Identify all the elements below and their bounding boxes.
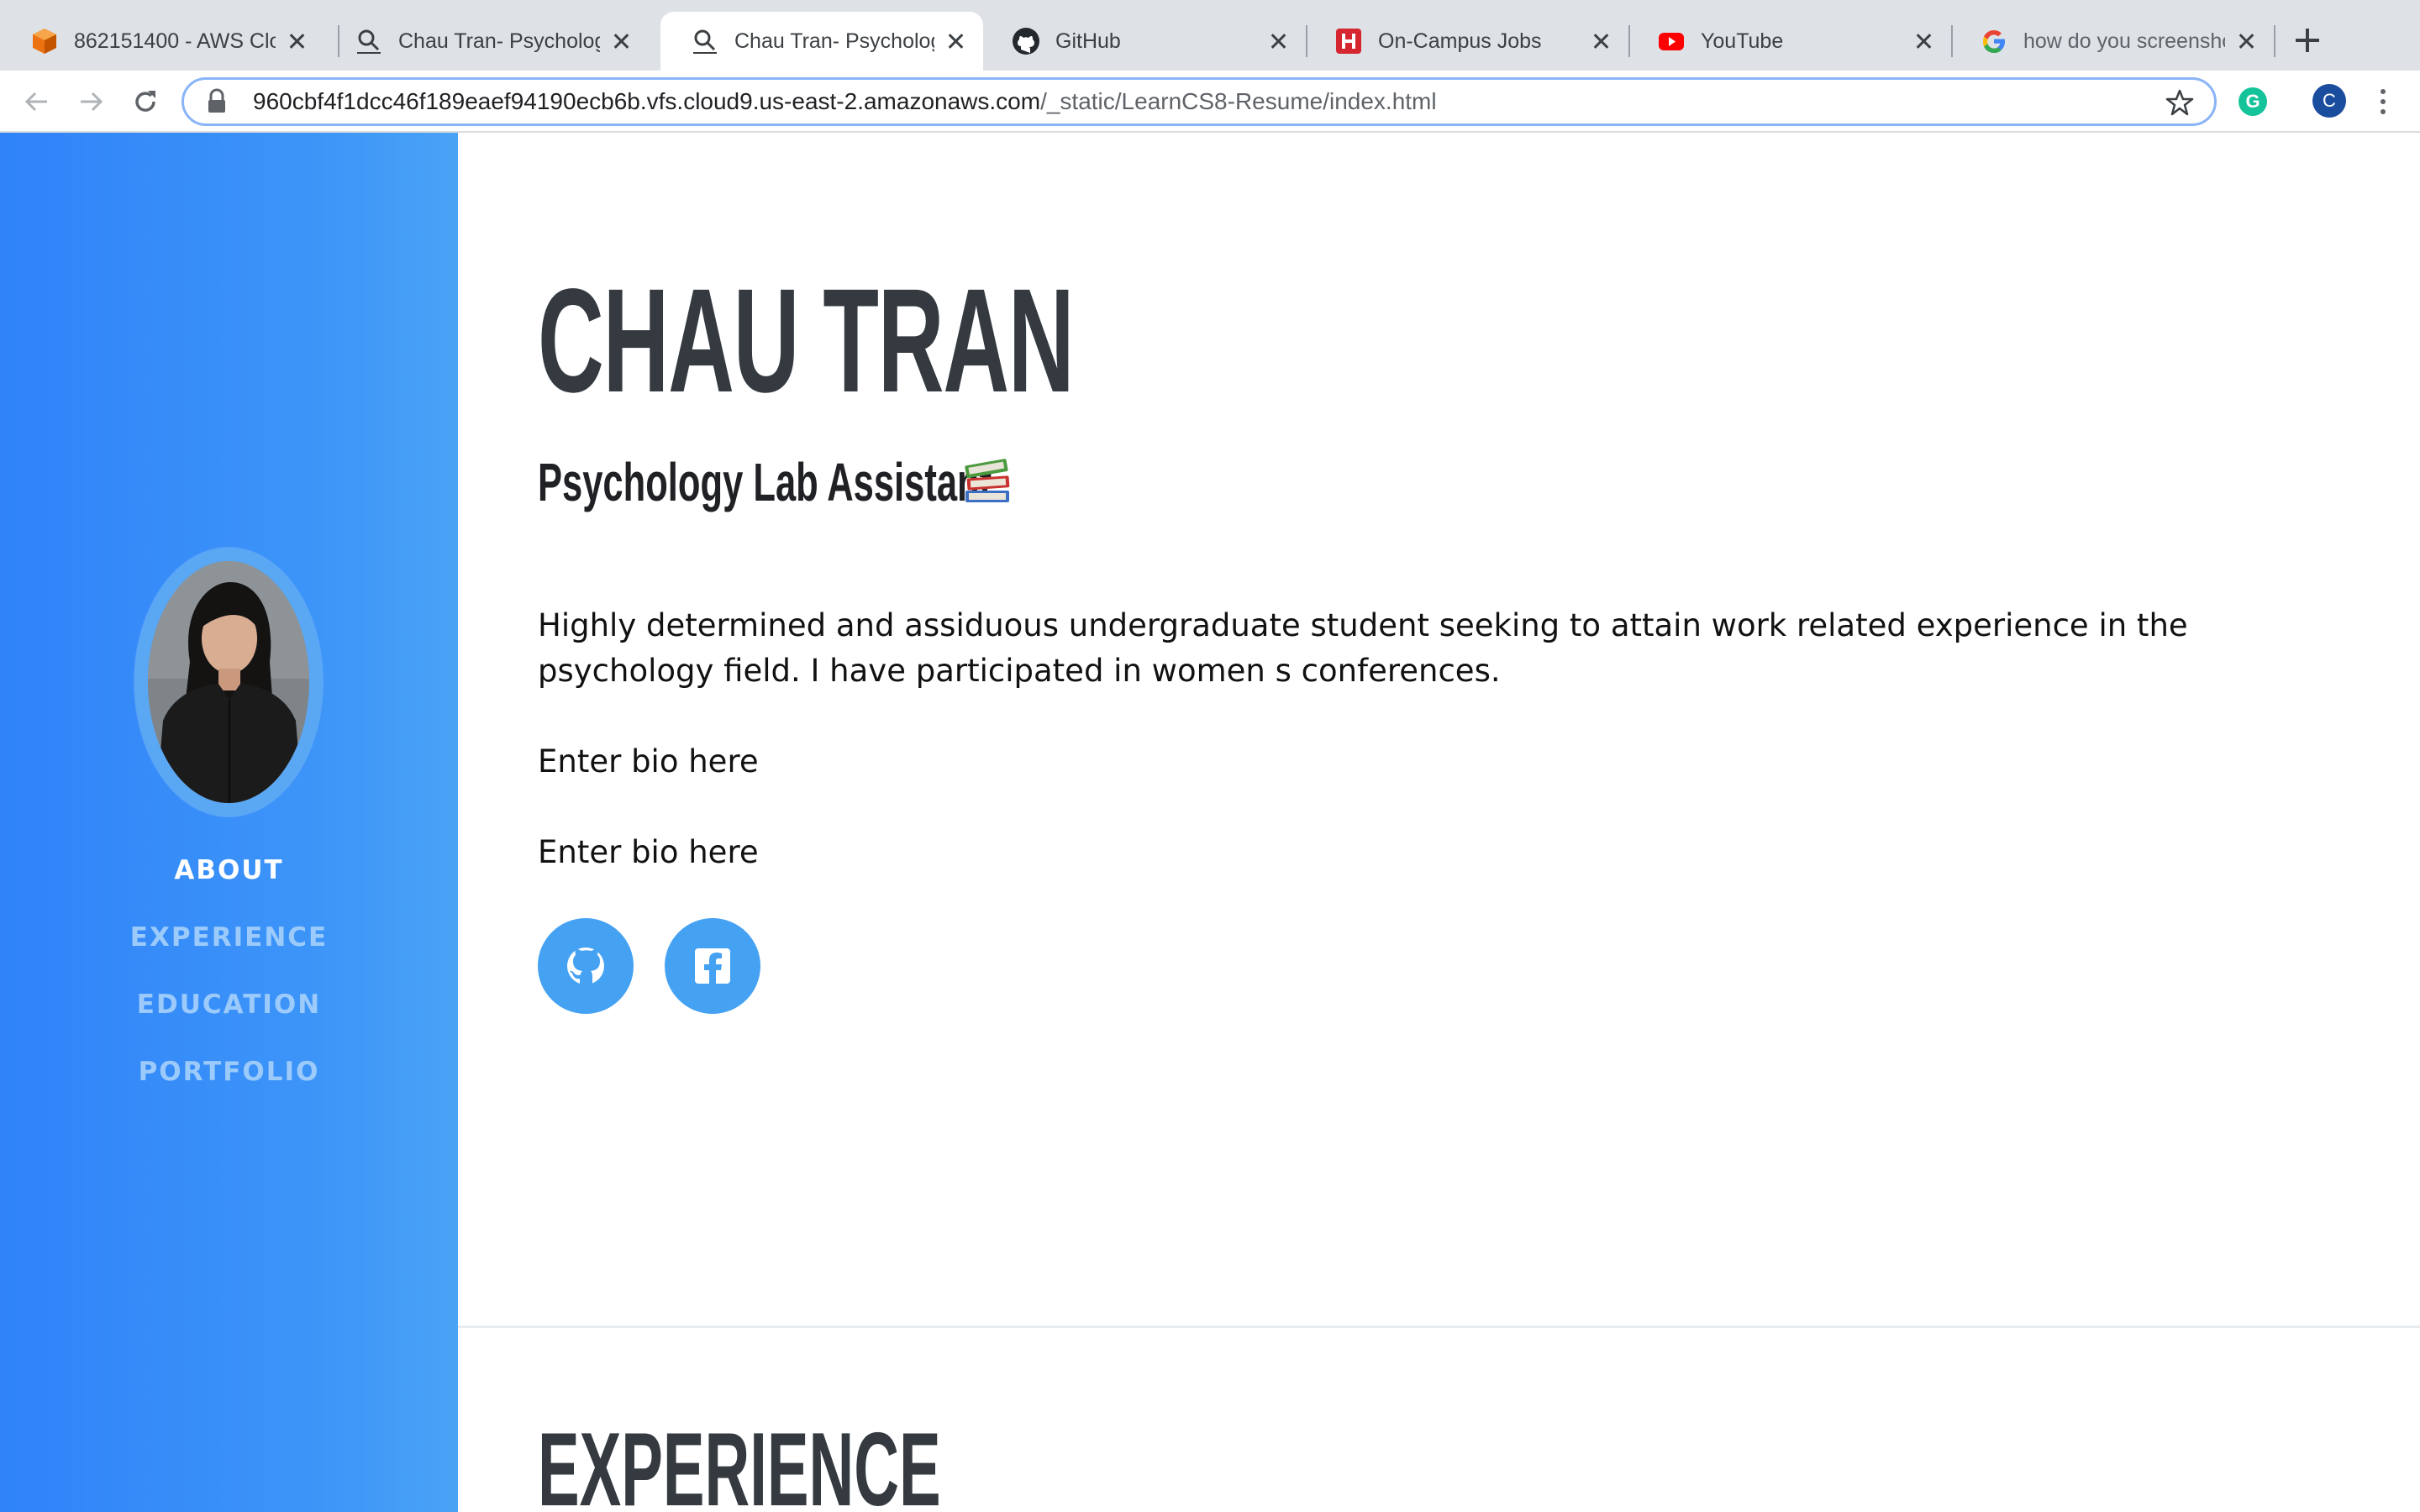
tab-youtube[interactable]: YouTube	[1627, 12, 1951, 71]
nav-link-about[interactable]: ABOUT	[0, 855, 458, 885]
youtube-icon	[1657, 27, 1686, 55]
browser-tab-strip: 862151400 - AWS Clo Chau Tran- Psycholog…	[0, 0, 2420, 71]
github-link-button[interactable]	[538, 918, 634, 1014]
section-title-experience: EXPERIENCE	[538, 1412, 941, 1512]
tab-github[interactable]: GitHub	[981, 12, 1306, 71]
tab-title: On-Campus Jobs	[1378, 29, 1542, 53]
profile-avatar[interactable]: C	[2312, 84, 2346, 118]
browser-toolbar: 960cbf4f1dcc46f189eaef94190ecb6b.vfs.clo…	[0, 71, 2420, 133]
tab-title: 862151400 - AWS Clo	[74, 29, 276, 53]
google-icon	[1980, 27, 2008, 55]
facebook-icon	[695, 948, 730, 984]
reload-icon[interactable]	[128, 84, 163, 119]
tab-aws-cloud9[interactable]: 862151400 - AWS Clo	[0, 12, 324, 71]
tab-separator	[2274, 25, 2275, 57]
url-host: 960cbf4f1dcc46f189eaef94190ecb6b.vfs.clo…	[253, 88, 1041, 114]
bio-paragraph: Enter bio here	[538, 743, 759, 780]
forward-arrow-icon[interactable]	[74, 84, 109, 119]
tab-title: YouTube	[1701, 29, 1784, 53]
new-tab-button[interactable]	[2291, 24, 2324, 57]
aws-cube-icon	[30, 27, 59, 55]
section-divider	[458, 1326, 2420, 1328]
tab-close-icon[interactable]	[2233, 29, 2259, 54]
github-icon	[1012, 27, 1040, 55]
tab-on-campus-jobs[interactable]: On-Campus Jobs	[1304, 12, 1628, 71]
tab-chau-tran-active[interactable]: Chau Tran- Psycholog	[660, 12, 983, 71]
grammarly-extension-icon[interactable]: G	[2238, 87, 2267, 116]
tab-chau-tran-1[interactable]: Chau Tran- Psycholog	[324, 12, 649, 71]
main-content: CHAU TRAN Psychology Lab Assistant Highl…	[458, 133, 2420, 1512]
nav-link-portfolio[interactable]: PORTFOLIO	[0, 1057, 458, 1087]
lock-icon[interactable]	[204, 87, 229, 116]
tab-close-icon[interactable]	[1265, 29, 1291, 54]
tab-title: GitHub	[1055, 29, 1121, 53]
books-emoji-icon	[962, 454, 1013, 506]
browser-menu-icon[interactable]	[2375, 86, 2391, 118]
profile-photo	[148, 561, 309, 803]
page-search-icon	[691, 27, 719, 55]
tab-close-icon[interactable]	[608, 29, 634, 54]
sidebar: ABOUT EXPERIENCE EDUCATION PORTFOLIO	[0, 133, 458, 1512]
tab-close-icon[interactable]	[284, 29, 309, 54]
bookmark-star-icon[interactable]	[2165, 88, 2194, 117]
tab-title: Chau Tran- Psycholog	[398, 29, 600, 53]
tab-close-icon[interactable]	[1588, 29, 1613, 54]
back-arrow-icon[interactable]	[18, 84, 54, 119]
job-title: Psychology Lab Assistant	[538, 452, 992, 512]
tab-close-icon[interactable]	[1911, 29, 1936, 54]
tab-close-icon[interactable]	[943, 29, 968, 54]
page-title: CHAU TRAN	[538, 259, 1075, 423]
avatar	[134, 548, 323, 816]
address-bar[interactable]: 960cbf4f1dcc46f189eaef94190ecb6b.vfs.clo…	[182, 77, 2217, 126]
tab-title: Chau Tran- Psycholog	[734, 29, 934, 53]
github-icon	[567, 948, 604, 984]
tab-title: how do you screensho	[2023, 29, 2225, 53]
nav-link-experience[interactable]: EXPERIENCE	[0, 922, 458, 953]
facebook-link-button[interactable]	[665, 918, 760, 1014]
page-search-icon	[355, 27, 383, 55]
bio-paragraph: Enter bio here	[538, 834, 759, 870]
url-path: /_static/LearnCS8-Resume/index.html	[1040, 88, 1437, 114]
bio-paragraph: Highly determined and assiduous undergra…	[538, 607, 2188, 689]
tab-google-search[interactable]: how do you screensho	[1949, 12, 2274, 71]
nav-link-education[interactable]: EDUCATION	[0, 990, 458, 1020]
handshake-icon	[1334, 27, 1363, 55]
